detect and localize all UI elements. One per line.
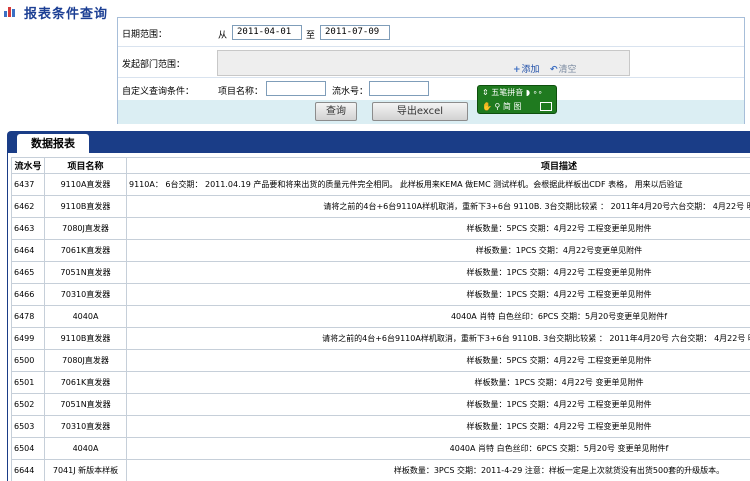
row-project-name: 70310直发器	[44, 415, 127, 438]
dept-range-label: 发起部门范围：	[122, 60, 186, 70]
query-form: 日期范围： 从 2011-04-01 至 2011-07-09 发起部门范围： …	[117, 17, 745, 124]
table-row[interactable]: 6463 7080J直发器 样板数量：5PCS 交期：4月22号 工程变更单见附件	[11, 217, 750, 240]
table-row[interactable]: 6437 9110A直发器 9110A： 6台交期： 2011.04.19 产品要和…	[11, 173, 750, 196]
date-to-input[interactable]: 2011-07-09	[320, 25, 390, 40]
row-project-desc: 9110A： 6台交期： 2011.04.19 产品要和将来出货的质量元件完全相…	[126, 173, 750, 196]
row-project-desc: 样板数量：1PCS 交期：4月22号 变更单见附件	[126, 371, 750, 394]
bar-chart-icon	[4, 6, 16, 17]
ime-toolbar[interactable]: ⇕ 五笔拼音 ◗ ∘∘ ✋ ⚲ 简 图	[477, 85, 557, 114]
date-range-row: 日期范围： 从 2011-04-01 至 2011-07-09	[118, 18, 744, 47]
row-project-desc: 4040A 肖特 白色丝印：6PCS 交期：5月20号 变更单见附件f	[126, 437, 750, 460]
row-project-desc: 请将之前的4台+6台9110A样机取消，重新下3+6台 9110B. 3台交期比…	[126, 195, 750, 218]
report-header: 数据报表	[7, 131, 750, 153]
row-project-desc: 样板数量：1PCS 交期：4月22号 工程变更单见附件	[126, 393, 750, 416]
row-project-name: 4040A	[44, 437, 127, 460]
custom-query-label: 自定义查询条件：	[122, 87, 195, 97]
table-row[interactable]: 6500 7080J直发器 样板数量：5PCS 交期：4月22号 工程变更单见附件	[11, 349, 750, 372]
serial-label: 流水号：	[332, 87, 369, 97]
report-panel: 数据报表 流水号 项目名称 项目描述 6437 9110A直发器 9110A： 6台…	[7, 131, 750, 481]
page-title: 报表条件查询	[24, 7, 109, 22]
dept-range-row: 发起部门范围： +添加 ↶清空	[118, 47, 744, 78]
row-serial: 6478	[11, 305, 45, 328]
row-project-name: 7051N直发器	[44, 393, 127, 416]
table-row[interactable]: 6466 70310直发器 样板数量：1PCS 交期：4月22号 工程变更单见附件	[11, 283, 750, 306]
row-project-desc: 样板数量：1PCS 交期：4月22号 工程变更单见附件	[126, 283, 750, 306]
row-project-desc: 样板数量：1PCS 交期：4月22号 工程变更单见附件	[126, 415, 750, 438]
row-project-name: 70310直发器	[44, 283, 127, 306]
table-row[interactable]: 6503 70310直发器 样板数量：1PCS 交期：4月22号 工程变更单见附件	[11, 415, 750, 438]
row-project-name: 9110B直发器	[44, 195, 127, 218]
row-project-name: 9110A直发器	[44, 173, 127, 196]
custom-query-row: 自定义查询条件： 项目名称： 流水号：	[118, 78, 744, 100]
col-header-project-desc[interactable]: 项目描述	[126, 157, 750, 174]
date-range-label: 日期范围：	[122, 30, 168, 40]
row-project-desc: 样板数量：1PCS 交期：4月22号 工程变更单见附件	[126, 261, 750, 284]
row-serial: 6501	[11, 371, 45, 394]
ime-options[interactable]: ✋ ⚲ 简 图	[482, 101, 521, 112]
add-dept-link[interactable]: +添加	[513, 62, 540, 75]
row-serial: 6500	[11, 349, 45, 372]
table-row[interactable]: 6501 7061K直发器 样板数量：1PCS 交期：4月22号 变更单见附件	[11, 371, 750, 394]
row-project-desc: 请将之前的4台+6台9110A样机取消，重新下3+6台 9110B. 3台交期比…	[126, 327, 750, 350]
export-excel-button[interactable]: 导出excel	[372, 102, 468, 121]
row-project-desc: 样板数量：5PCS 交期：4月22号 工程变更单见附件	[126, 349, 750, 372]
row-project-name: 7080J直发器	[44, 217, 127, 240]
keyboard-icon[interactable]	[540, 102, 552, 111]
table-row[interactable]: 6465 7051N直发器 样板数量：1PCS 交期：4月22号 工程变更单见附件	[11, 261, 750, 284]
row-serial: 6502	[11, 393, 45, 416]
row-project-name: 7061K直发器	[44, 239, 127, 262]
table-row[interactable]: 6504 4040A 4040A 肖特 白色丝印：6PCS 交期：5月20号 变更单…	[11, 437, 750, 460]
row-project-desc: 样板数量：5PCS 交期：4月22号 工程变更单见附件	[126, 217, 750, 240]
from-text: 从	[218, 31, 228, 41]
row-project-name: 7080J直发器	[44, 349, 127, 372]
row-project-name: 7061K直发器	[44, 371, 127, 394]
row-project-name: 7041J 新版本样板	[44, 459, 127, 481]
col-header-project-name[interactable]: 项目名称	[44, 157, 127, 174]
row-project-name: 4040A	[44, 305, 127, 328]
row-serial: 6504	[11, 437, 45, 460]
button-row: 查询 导出excel	[118, 100, 744, 124]
table-row[interactable]: 6502 7051N直发器 样板数量：1PCS 交期：4月22号 工程变更单见附件	[11, 393, 750, 416]
table-row[interactable]: 6644 7041J 新版本样板 样板数量：3PCS 交期：2011-4-29 注意…	[11, 459, 750, 481]
report-table: 流水号 项目名称 项目描述 6437 9110A直发器 9110A： 6台交期： 2…	[11, 157, 750, 481]
date-from-input[interactable]: 2011-04-01	[232, 25, 302, 40]
col-header-serial[interactable]: 流水号	[11, 157, 45, 174]
table-row[interactable]: 6464 7061K直发器 样板数量：1PCS 交期：4月22号变更单见附件	[11, 239, 750, 262]
tab-data-report[interactable]: 数据报表	[17, 134, 89, 153]
table-row[interactable]: 6499 9110B直发器 请将之前的4台+6台9110A样机取消，重新下3+6台 …	[11, 327, 750, 350]
row-serial: 6465	[11, 261, 45, 284]
row-serial: 6644	[11, 459, 45, 481]
row-serial: 6464	[11, 239, 45, 262]
row-serial: 6499	[11, 327, 45, 350]
report-body: 流水号 项目名称 项目描述 6437 9110A直发器 9110A： 6台交期： 2…	[7, 153, 750, 481]
table-header-row: 流水号 项目名称 项目描述	[11, 157, 750, 174]
row-project-desc: 样板数量：1PCS 交期：4月22号变更单见附件	[126, 239, 750, 262]
table-row[interactable]: 6462 9110B直发器 请将之前的4台+6台9110A样机取消，重新下3+6台 …	[11, 195, 750, 218]
project-name-input[interactable]	[266, 81, 326, 96]
row-serial: 6503	[11, 415, 45, 438]
row-serial: 6466	[11, 283, 45, 306]
project-name-label: 项目名称：	[218, 87, 264, 97]
row-project-name: 9110B直发器	[44, 327, 127, 350]
row-project-desc: 样板数量：3PCS 交期：2011-4-29 注意：样板一定是上次就货没有出货5…	[126, 459, 750, 481]
row-serial: 6462	[11, 195, 45, 218]
table-row[interactable]: 6478 4040A 4040A 肖特 白色丝印：6PCS 交期：5月20号变更单见…	[11, 305, 750, 328]
plus-icon: +	[513, 65, 521, 75]
serial-input[interactable]	[369, 81, 429, 96]
row-project-name: 7051N直发器	[44, 261, 127, 284]
row-serial: 6463	[11, 217, 45, 240]
clear-dept-link[interactable]: ↶清空	[550, 62, 577, 75]
row-serial: 6437	[11, 173, 45, 196]
ime-mode[interactable]: ⇕ 五笔拼音 ◗ ∘∘	[482, 87, 543, 98]
row-project-desc: 4040A 肖特 白色丝印：6PCS 交期：5月20号变更单见附件f	[126, 305, 750, 328]
search-button[interactable]: 查询	[315, 102, 357, 121]
to-text: 至	[306, 31, 316, 41]
undo-icon: ↶	[550, 65, 558, 75]
